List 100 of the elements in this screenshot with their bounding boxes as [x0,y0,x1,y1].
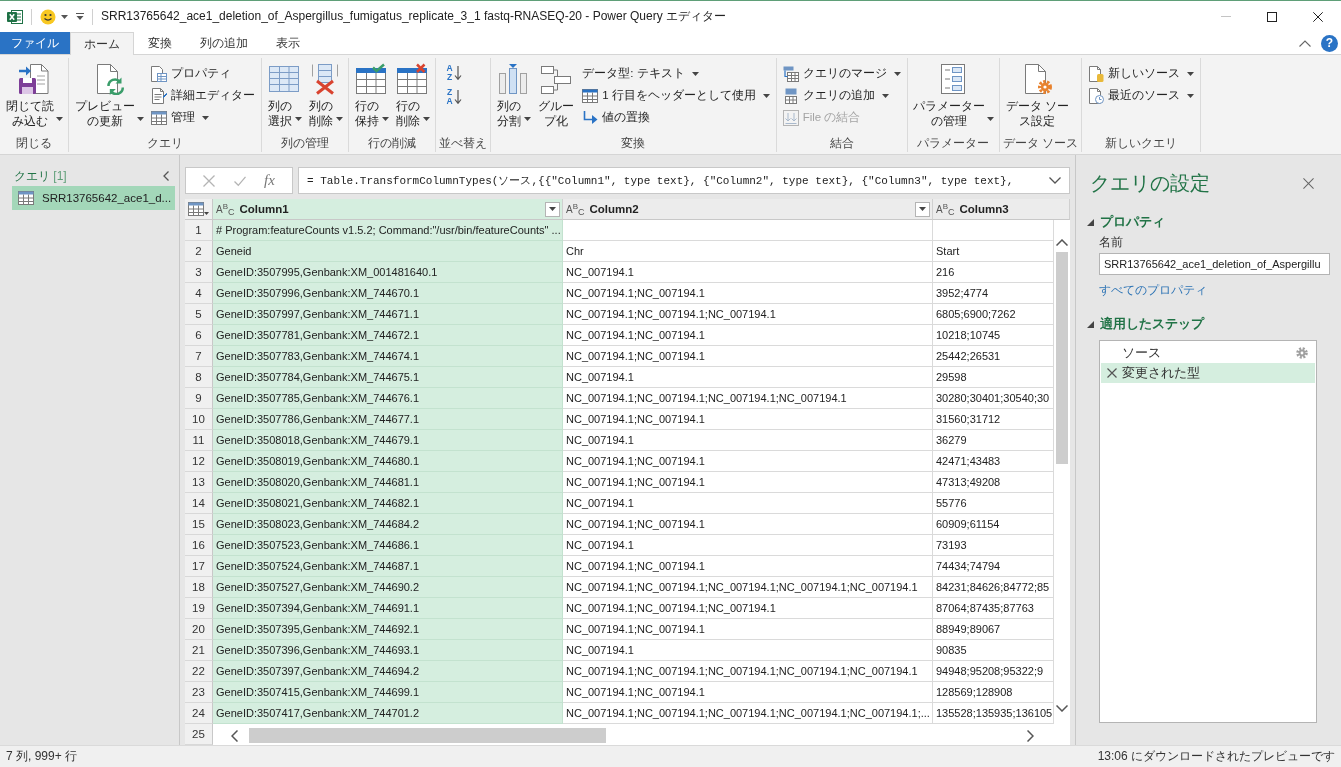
row-number: 17 [185,556,213,577]
ribbon-tab[interactable]: 列の追加 [186,32,262,54]
table-cell: NC_007194.1 [563,430,933,451]
help-button[interactable]: ? [1321,34,1338,52]
all-properties-link[interactable]: すべてのプロパティ [1099,282,1207,299]
table-cell: GeneID:3507781,Genbank:XM_744672.1 [213,325,563,346]
step-item[interactable]: ソース [1101,343,1315,363]
query-item[interactable]: SRR13765642_ace1_d... [12,186,175,210]
ribbon-button[interactable]: 最近のソース [1084,85,1197,106]
section-header[interactable]: 適用したステップ [1087,315,1341,333]
sort-button[interactable]: A Z [444,64,464,82]
ribbon-button[interactable]: 閉じて読み込む [3,62,65,130]
column-header[interactable]: A$^{B}$$_{C}$ Column2 [563,199,933,220]
table-cell: 90835 [933,640,1054,661]
ribbon-button[interactable]: 列の削除 [305,62,345,130]
scroll-up-icon[interactable] [1056,239,1068,246]
name-field[interactable]: SRR13765642_ace1_deletion_of_Aspergillu [1099,253,1330,275]
delete-icon[interactable] [1107,368,1117,378]
group-label: 結合 [828,136,855,151]
group-label: クエリ [145,136,184,151]
ribbon-button[interactable]: グループ化 [534,62,578,130]
table-icon [150,109,167,126]
table-cell: GeneID:3507785,Genbank:XM_744676.1 [213,388,563,409]
ribbon-button[interactable]: 列の分割 [493,62,533,130]
ribbon-button[interactable]: 列の選択 [264,62,304,130]
collapse-pane-icon[interactable] [163,171,169,181]
ribbon-tab[interactable]: ファイル [0,32,70,54]
table-cell: 25442;26531 [933,346,1054,367]
table-cell: 74434;74794 [933,556,1054,577]
table-cell: NC_007194.1 [563,493,933,514]
scroll-down-icon[interactable] [1056,705,1068,712]
ribbon-button[interactable]: プレビューの更新 [72,62,146,130]
pane-title: クエリの設定 [1090,170,1210,196]
table-cell: NC_007194.1;NC_007194.1;NC_007194.1 [563,304,933,325]
table-cell: GeneID:3507786,Genbank:XM_744677.1 [213,409,563,430]
table-cell: 3952;4774 [933,283,1054,304]
sort-button[interactable]: Z A [444,88,464,106]
row-number: 21 [185,640,213,661]
collapse-ribbon-icon[interactable] [1299,39,1311,47]
remove-rows-icon [396,63,429,95]
table-cell: 55776 [933,493,1054,514]
insert-function-button[interactable]: fx [263,172,275,189]
table-cell: 128569;128908 [933,682,1054,703]
document-clock-icon [1087,87,1104,104]
scroll-right-icon[interactable] [1027,729,1034,742]
check-icon[interactable] [233,174,246,187]
scroll-left-icon[interactable] [231,729,238,742]
row-number: 5 [185,304,213,325]
table-cell: GeneID:3507395,Genbank:XM_744692.1 [213,619,563,640]
ribbon-button[interactable]: クエリのマージ [779,63,904,84]
step-item[interactable]: 変更された型 [1101,363,1315,383]
row-number: 3 [185,262,213,283]
customize-toolbar-icon[interactable] [76,13,84,20]
table-cell: GeneID:3507997,Genbank:XM_744671.1 [213,304,563,325]
ribbon-button[interactable]: 行の削除 [392,62,432,130]
column-header[interactable]: A$^{B}$$_{C}$ Column3 [933,199,1070,220]
ribbon-tab[interactable]: 表示 [262,32,314,54]
expand-icon[interactable] [1049,177,1061,184]
ribbon-button[interactable]: クエリの追加 [779,85,904,106]
filter-dropdown-button[interactable] [545,201,560,217]
ribbon-tab[interactable]: ホーム [70,32,134,55]
ribbon-button[interactable]: 管理 [147,107,258,128]
ribbon-button[interactable]: 値の置換 [579,107,773,128]
row-number: 9 [185,388,213,409]
ribbon-button[interactable]: 1 行目をヘッダーとして使用 [579,85,773,106]
ribbon-button[interactable]: 行の保持 [351,62,391,130]
ribbon-button[interactable]: 新しいソース [1084,63,1197,84]
ribbon-button[interactable]: プロパティ [147,63,258,84]
scrollbar-thumb[interactable] [1056,252,1068,464]
ribbon-button[interactable]: パラメーターの管理 [910,62,996,130]
group-label: パラメーター [916,136,991,151]
table-cell: GeneID:3507417,Genbank:XM_744701.2 [213,703,563,724]
table-menu-button[interactable] [185,199,213,220]
properties-icon [150,65,167,82]
ribbon-button[interactable]: データ ソース設定 [1002,62,1072,130]
column-name: Column3 [959,203,1009,215]
row-number: 14 [185,493,213,514]
maximize-icon[interactable] [1267,11,1277,22]
scrollbar-thumb[interactable] [249,728,606,743]
close-icon[interactable] [1313,11,1323,22]
section-header[interactable]: プロパティ [1087,213,1341,231]
table-cell: 6805;6900;7262 [933,304,1054,325]
row-number: 4 [185,283,213,304]
column-header[interactable]: A$^{B}$$_{C}$ Column1 [213,199,563,220]
row-number: 18 [185,577,213,598]
caret-icon[interactable] [61,14,68,19]
gear-icon[interactable] [1296,347,1308,359]
formula-field[interactable]: = Table.TransformColumnTypes(ソース,{{"Column1", type text}, {"Column2", type text}, {"Column3", type text}, [298,167,1070,194]
table-icon [188,201,204,217]
table-cell: GeneID:3507784,Genbank:XM_744675.1 [213,367,563,388]
table-cell: NC_007194.1 [563,262,933,283]
table-cell: 10218;10745 [933,325,1054,346]
bent-arrow-icon [582,109,599,126]
ribbon-button[interactable]: データ型: テキスト [579,63,773,84]
table-cell: NC_007194.1;NC_007194.1;NC_007194.1 [563,598,933,619]
table-icon [18,190,34,206]
ribbon-tab[interactable]: 変換 [134,32,186,54]
ribbon-button[interactable]: 詳細エディター [147,85,258,106]
filter-dropdown-button[interactable] [915,201,930,217]
smiley-icon[interactable] [40,8,56,25]
